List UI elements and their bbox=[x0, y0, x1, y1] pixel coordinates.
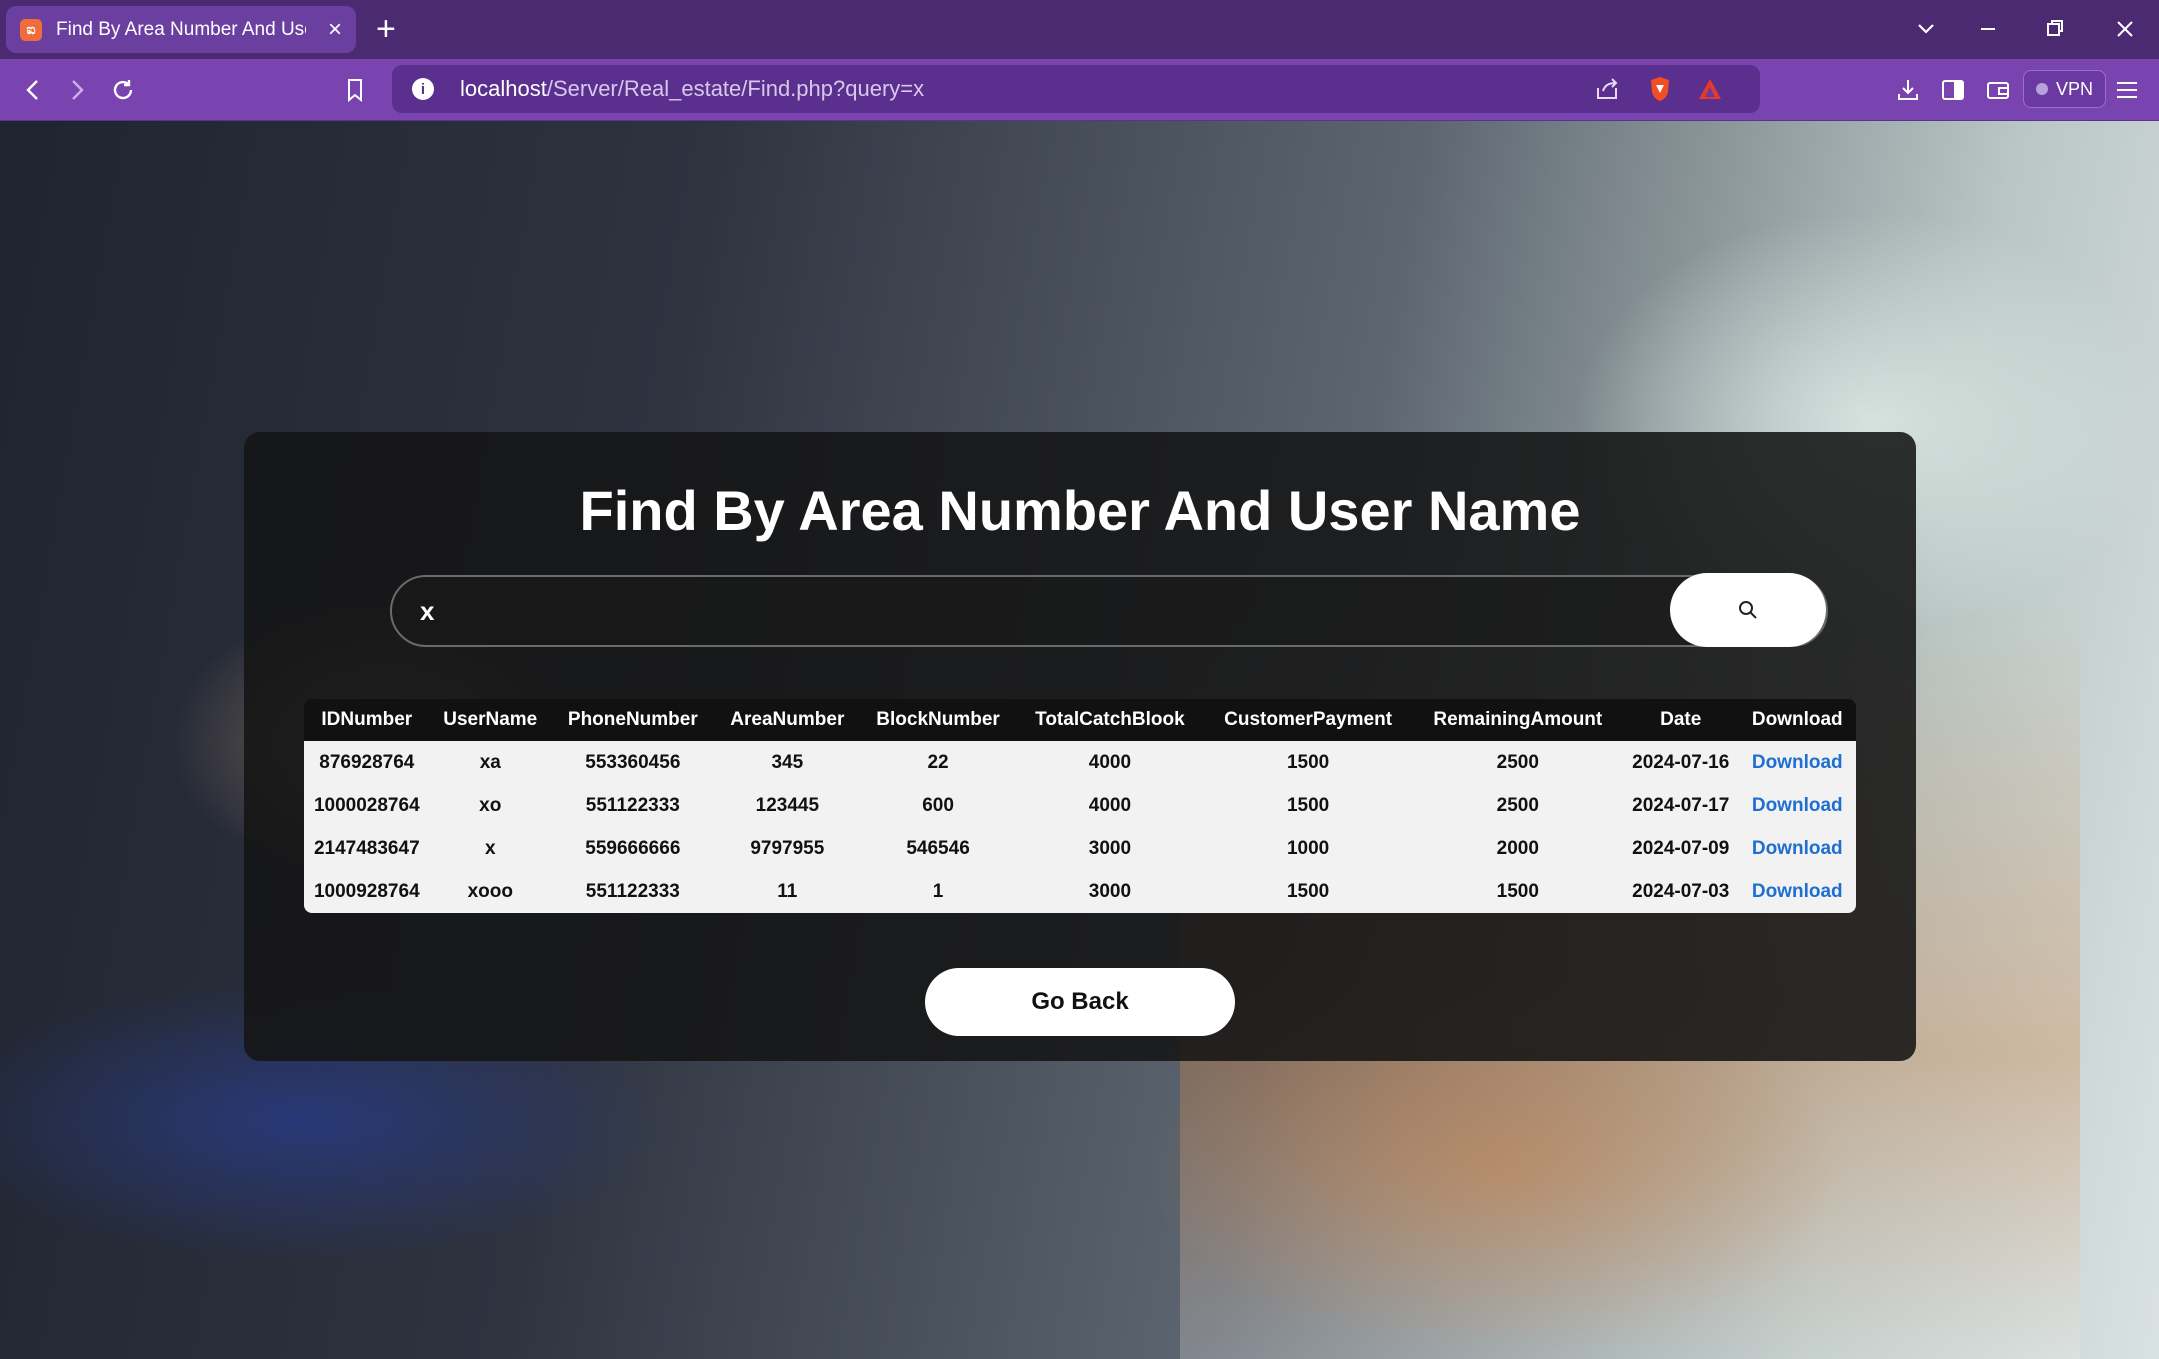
search-box bbox=[390, 575, 1828, 647]
window-close-icon[interactable] bbox=[2115, 12, 2135, 46]
column-header: CustomerPayment bbox=[1224, 709, 1393, 730]
table-cell: 1000028764 bbox=[313, 794, 420, 816]
tab-title: Find By Area Number And User Name bbox=[56, 18, 306, 40]
table-cell: 2024-07-16 bbox=[1632, 751, 1730, 773]
table-cell: 2147483647 bbox=[313, 837, 420, 859]
go-back-button[interactable]: Go Back bbox=[925, 968, 1235, 1036]
table-cell: 345 bbox=[771, 751, 804, 773]
table-cell: 1500 bbox=[1286, 880, 1330, 902]
search-panel: Find By Area Number And User Name IDNumb… bbox=[244, 432, 1916, 1061]
table-cell: 2024-07-09 bbox=[1632, 837, 1730, 859]
download-link[interactable]: Download bbox=[1752, 838, 1843, 859]
table-cell: 22 bbox=[927, 751, 949, 773]
column-header: IDNumber bbox=[321, 709, 413, 730]
url-host: localhost bbox=[460, 76, 547, 101]
url-path: /Server/Real_estate/Find.php?query=x bbox=[546, 76, 925, 101]
search-icon bbox=[1739, 601, 1757, 619]
table-cell: 2500 bbox=[1496, 751, 1539, 773]
search-input[interactable] bbox=[420, 577, 1620, 645]
table-cell: xa bbox=[479, 751, 501, 773]
download-cell: Download bbox=[1739, 870, 1856, 913]
table-cell: xooo bbox=[467, 880, 513, 902]
table-cell: 11 bbox=[777, 880, 798, 902]
xampp-icon: ಐ bbox=[20, 18, 42, 41]
download-link[interactable]: Download bbox=[1752, 881, 1843, 902]
table-cell: 1500 bbox=[1286, 794, 1330, 816]
tab-bar: ಐ Find By Area Number And User Name × + bbox=[0, 0, 2159, 59]
table-cell: 4000 bbox=[1088, 751, 1132, 773]
table-cell: xo bbox=[479, 794, 502, 816]
brave-rewards-icon[interactable] bbox=[1697, 77, 1723, 106]
table-row: 1000028764 xo 551122333 123445 600 4000 1500 25… bbox=[304, 784, 1856, 827]
vpn-status-icon bbox=[2036, 83, 2048, 95]
sidebar-icon[interactable] bbox=[1938, 75, 1968, 105]
table-cell: 1500 bbox=[1496, 880, 1539, 902]
bookmark-icon[interactable] bbox=[338, 73, 372, 107]
download-cell: Download bbox=[1739, 784, 1856, 827]
table-cell: 559666666 bbox=[585, 837, 681, 859]
table-cell: 1 bbox=[932, 880, 944, 902]
table-cell: 1000 bbox=[1286, 837, 1330, 859]
column-header: RemainingAmount bbox=[1433, 709, 1603, 730]
table-row: 876928764 xa 553360456 345 22 4000 1500 2500 202… bbox=[304, 741, 1856, 784]
table-cell: 553360456 bbox=[585, 751, 681, 773]
column-header: PhoneNumber bbox=[567, 709, 698, 730]
results-table-container: IDNumber UserName PhoneNumber AreaNumber Blo… bbox=[304, 699, 1856, 913]
table-cell: 2500 bbox=[1496, 794, 1539, 816]
download-link[interactable]: Download bbox=[1752, 795, 1843, 816]
vpn-button[interactable]: VPN bbox=[2023, 70, 2107, 108]
column-header: BlockNumber bbox=[876, 709, 1000, 730]
wallet-icon[interactable] bbox=[1983, 75, 2013, 105]
minimize-icon[interactable] bbox=[1978, 12, 1998, 46]
brave-shields-icon[interactable] bbox=[1647, 75, 1673, 108]
back-icon[interactable] bbox=[16, 73, 50, 107]
table-cell: 123445 bbox=[755, 794, 820, 816]
table-header-row: IDNumber UserName PhoneNumber AreaNumber Blo… bbox=[304, 699, 1856, 741]
table-cell: 2024-07-17 bbox=[1632, 794, 1730, 816]
search-button[interactable] bbox=[1670, 573, 1826, 647]
table-cell: 9797955 bbox=[750, 837, 825, 859]
download-cell: Download bbox=[1739, 827, 1856, 870]
table-cell: x bbox=[484, 837, 496, 859]
table-cell: 546546 bbox=[906, 837, 970, 859]
column-header: UserName bbox=[443, 709, 538, 730]
site-info-icon[interactable]: i bbox=[412, 78, 434, 100]
close-icon[interactable]: × bbox=[328, 17, 342, 42]
download-icon[interactable] bbox=[1893, 75, 1923, 105]
table-cell: 4000 bbox=[1088, 794, 1132, 816]
forward-icon[interactable] bbox=[60, 73, 94, 107]
table-cell: 600 bbox=[922, 794, 954, 816]
table-cell: 551122333 bbox=[585, 794, 680, 816]
browser-tab[interactable]: ಐ Find By Area Number And User Name × bbox=[6, 6, 356, 53]
address-bar[interactable]: i localhost/Server/Real_estate/Find.php?… bbox=[392, 65, 1760, 113]
table-row: 2147483647 x 559666666 9797955 546546 3000 100… bbox=[304, 827, 1856, 870]
download-cell: Download bbox=[1739, 741, 1856, 784]
table-cell: 3000 bbox=[1088, 837, 1132, 859]
table-cell: 2000 bbox=[1496, 837, 1539, 859]
browser-toolbar: i localhost/Server/Real_estate/Find.php?… bbox=[0, 59, 2159, 121]
new-tab-icon[interactable]: + bbox=[376, 10, 396, 48]
column-header: Date bbox=[1660, 709, 1702, 730]
table-cell: 551122333 bbox=[585, 880, 680, 902]
column-header: TotalCatchBlook bbox=[1035, 709, 1185, 730]
restore-icon[interactable] bbox=[2045, 12, 2065, 46]
column-header: Download bbox=[1751, 709, 1843, 730]
table-cell: 1000928764 bbox=[313, 880, 420, 902]
table-cell: 2024-07-03 bbox=[1632, 880, 1730, 902]
download-link[interactable]: Download bbox=[1752, 752, 1843, 773]
menu-icon[interactable] bbox=[2112, 75, 2142, 105]
table-cell: 3000 bbox=[1088, 880, 1132, 902]
page-background: Find By Area Number And User Name IDNumb… bbox=[0, 121, 2159, 1359]
tab-search-chevron-icon[interactable] bbox=[1916, 12, 1936, 46]
table-row: 1000928764 xooo 551122333 11 1 3000 1500 1500 20… bbox=[304, 870, 1856, 913]
results-table: IDNumber UserName PhoneNumber AreaNumber Blo… bbox=[304, 699, 1856, 913]
table-cell: 1500 bbox=[1286, 751, 1330, 773]
share-icon[interactable] bbox=[1594, 76, 1622, 107]
vpn-label: VPN bbox=[2056, 78, 2094, 99]
column-header: AreaNumber bbox=[730, 709, 845, 730]
table-cell: 876928764 bbox=[319, 751, 415, 773]
page-title: Find By Area Number And User Name bbox=[579, 479, 1581, 542]
reload-icon[interactable] bbox=[106, 73, 140, 107]
